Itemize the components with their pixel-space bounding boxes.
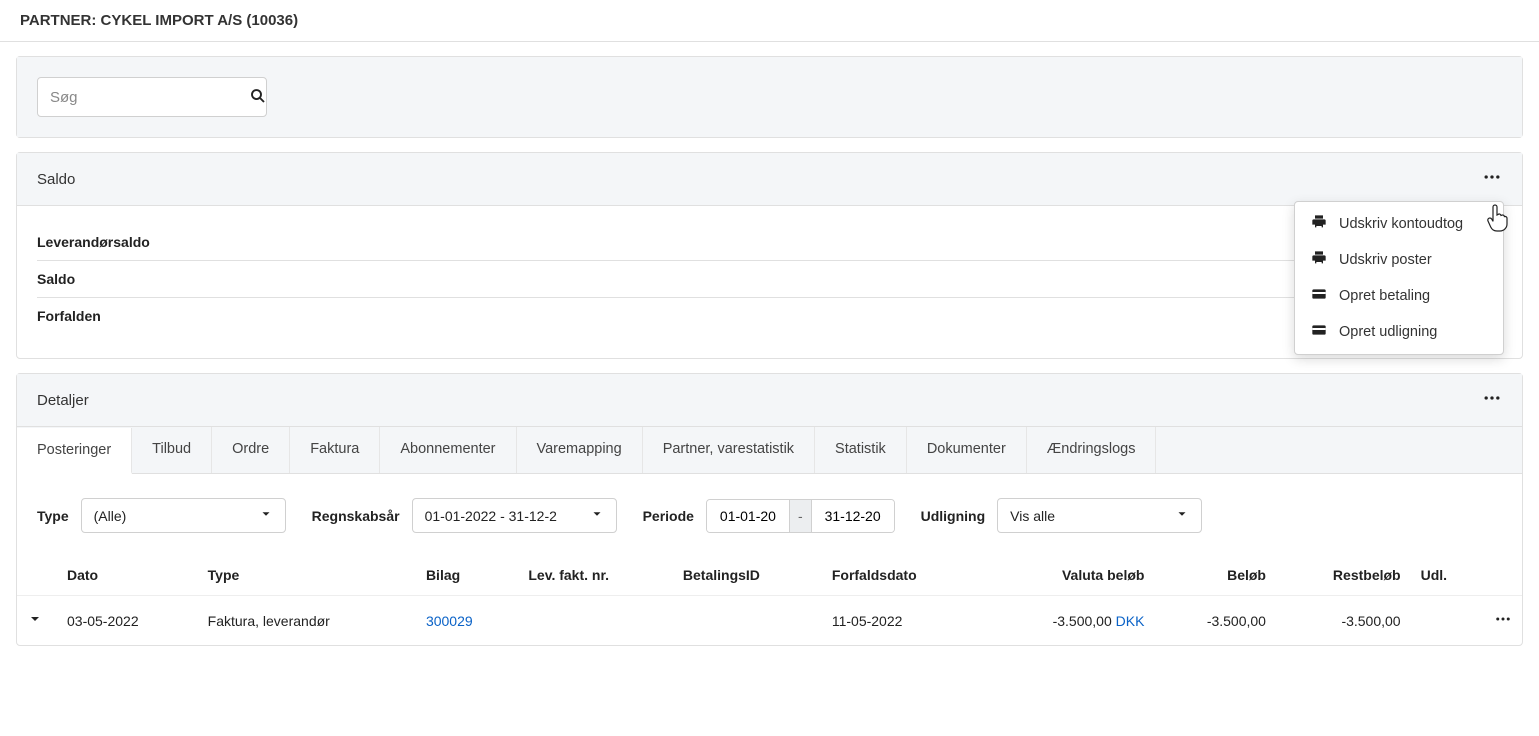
balance-saldo-row: Saldo [37,261,1502,298]
row-expand-button[interactable] [27,611,43,627]
th-settled[interactable]: Udl. [1411,555,1482,596]
details-actions-button[interactable] [1482,388,1502,412]
menu-create-settlement[interactable]: Opret udligning [1295,314,1503,350]
card-icon [1311,322,1327,342]
cell-type: Faktura, leverandør [198,596,416,646]
print-icon [1311,214,1327,234]
row-actions-button[interactable] [1494,615,1512,631]
filter-fiscal-select[interactable]: 01-01-2022 - 31-12-2 [412,498,617,533]
chevron-down-icon [1175,507,1189,524]
menu-print-entries[interactable]: Udskriv poster [1295,242,1503,278]
cell-settled [1411,596,1482,646]
chevron-down-icon [259,507,273,524]
tab-posteringer[interactable]: Posteringer [17,428,132,474]
filter-type-label: Type [37,508,69,524]
chevron-down-icon [590,507,604,524]
filter-settlement-label: Udligning [921,508,986,524]
filter-type-value: (Alle) [94,508,127,524]
tab-aendringslogs[interactable]: Ændringslogs [1027,427,1157,473]
filter-type-select[interactable]: (Alle) [81,498,286,533]
th-remaining[interactable]: Restbeløb [1276,555,1411,596]
th-voucher[interactable]: Bilag [416,555,518,596]
card-icon [1311,286,1327,306]
tab-abonnementer[interactable]: Abonnementer [380,427,516,473]
balance-title: Saldo [37,171,75,188]
th-date[interactable]: Dato [57,555,198,596]
balance-supplier-row: Leverandørsaldo [37,224,1502,261]
th-due-date[interactable]: Forfaldsdato [822,555,983,596]
cell-payment-id [673,596,822,646]
filter-period-range: - [706,499,895,533]
table-row: 03-05-2022 Faktura, leverandør 300029 11… [17,596,1522,646]
th-payment-id[interactable]: BetalingsID [673,555,822,596]
menu-item-label: Udskriv kontoudtog [1339,216,1463,232]
balance-overdue-row: Forfalden [37,298,1502,334]
details-title: Detaljer [37,392,89,409]
balance-actions-button[interactable] [1482,167,1502,191]
balance-actions-menu: Udskriv kontoudtog Udskriv poster Opret … [1294,201,1504,355]
filter-period-to[interactable] [812,500,894,532]
th-amount[interactable]: Beløb [1154,555,1276,596]
cell-remaining: -3.500,00 [1276,596,1411,646]
balance-header: Saldo [17,153,1522,206]
menu-item-label: Opret udligning [1339,324,1437,340]
tab-partner-varestatistik[interactable]: Partner, varestatistik [643,427,815,473]
entries-table: Dato Type Bilag Lev. fakt. nr. Betalings… [17,555,1522,645]
details-header: Detaljer [17,374,1522,427]
cell-date: 03-05-2022 [57,596,198,646]
search-icon[interactable] [249,87,267,108]
menu-create-payment[interactable]: Opret betaling [1295,278,1503,314]
menu-item-label: Udskriv poster [1339,252,1432,268]
cell-amount: -3.500,00 [1154,596,1276,646]
tab-varemapping[interactable]: Varemapping [517,427,643,473]
th-currency-amount[interactable]: Valuta beløb [983,555,1155,596]
print-icon [1311,250,1327,270]
cell-currency-amount: -3.500,00 DKK [983,596,1155,646]
tab-tilbud[interactable]: Tilbud [132,427,212,473]
menu-print-statement[interactable]: Udskriv kontoudtog [1295,206,1503,242]
filter-fiscal-label: Regnskabsår [312,508,400,524]
filter-period-label: Periode [643,508,694,524]
th-type[interactable]: Type [198,555,416,596]
page-title: PARTNER: CYKEL IMPORT A/S (10036) [0,0,1539,42]
tab-statistik[interactable]: Statistik [815,427,907,473]
filter-period-from[interactable] [707,500,789,532]
search-field-wrap [37,77,267,117]
menu-item-label: Opret betaling [1339,288,1430,304]
filter-fiscal-value: 01-01-2022 - 31-12-2 [425,508,557,524]
tab-faktura[interactable]: Faktura [290,427,380,473]
details-panel: Detaljer Posteringer Tilbud Ordre Faktur… [16,373,1523,646]
filter-settlement-value: Vis alle [1010,508,1055,524]
search-input[interactable] [50,89,249,106]
cell-supplier-invoice [518,596,673,646]
search-panel [16,56,1523,138]
th-supplier-invoice[interactable]: Lev. fakt. nr. [518,555,673,596]
filter-settlement-select[interactable]: Vis alle [997,498,1202,533]
cell-due-date: 11-05-2022 [822,596,983,646]
tab-ordre[interactable]: Ordre [212,427,290,473]
cell-voucher-link[interactable]: 300029 [426,613,473,629]
balance-panel: Saldo Udskriv kontoudtog Udskriv poster … [16,152,1523,359]
date-range-separator: - [789,500,812,532]
tab-dokumenter[interactable]: Dokumenter [907,427,1027,473]
currency-link[interactable]: DKK [1116,613,1145,629]
details-tabs: Posteringer Tilbud Ordre Faktura Abonnem… [17,427,1522,474]
filter-bar: Type (Alle) Regnskabsår 01-01-2022 - 31-… [17,474,1522,547]
